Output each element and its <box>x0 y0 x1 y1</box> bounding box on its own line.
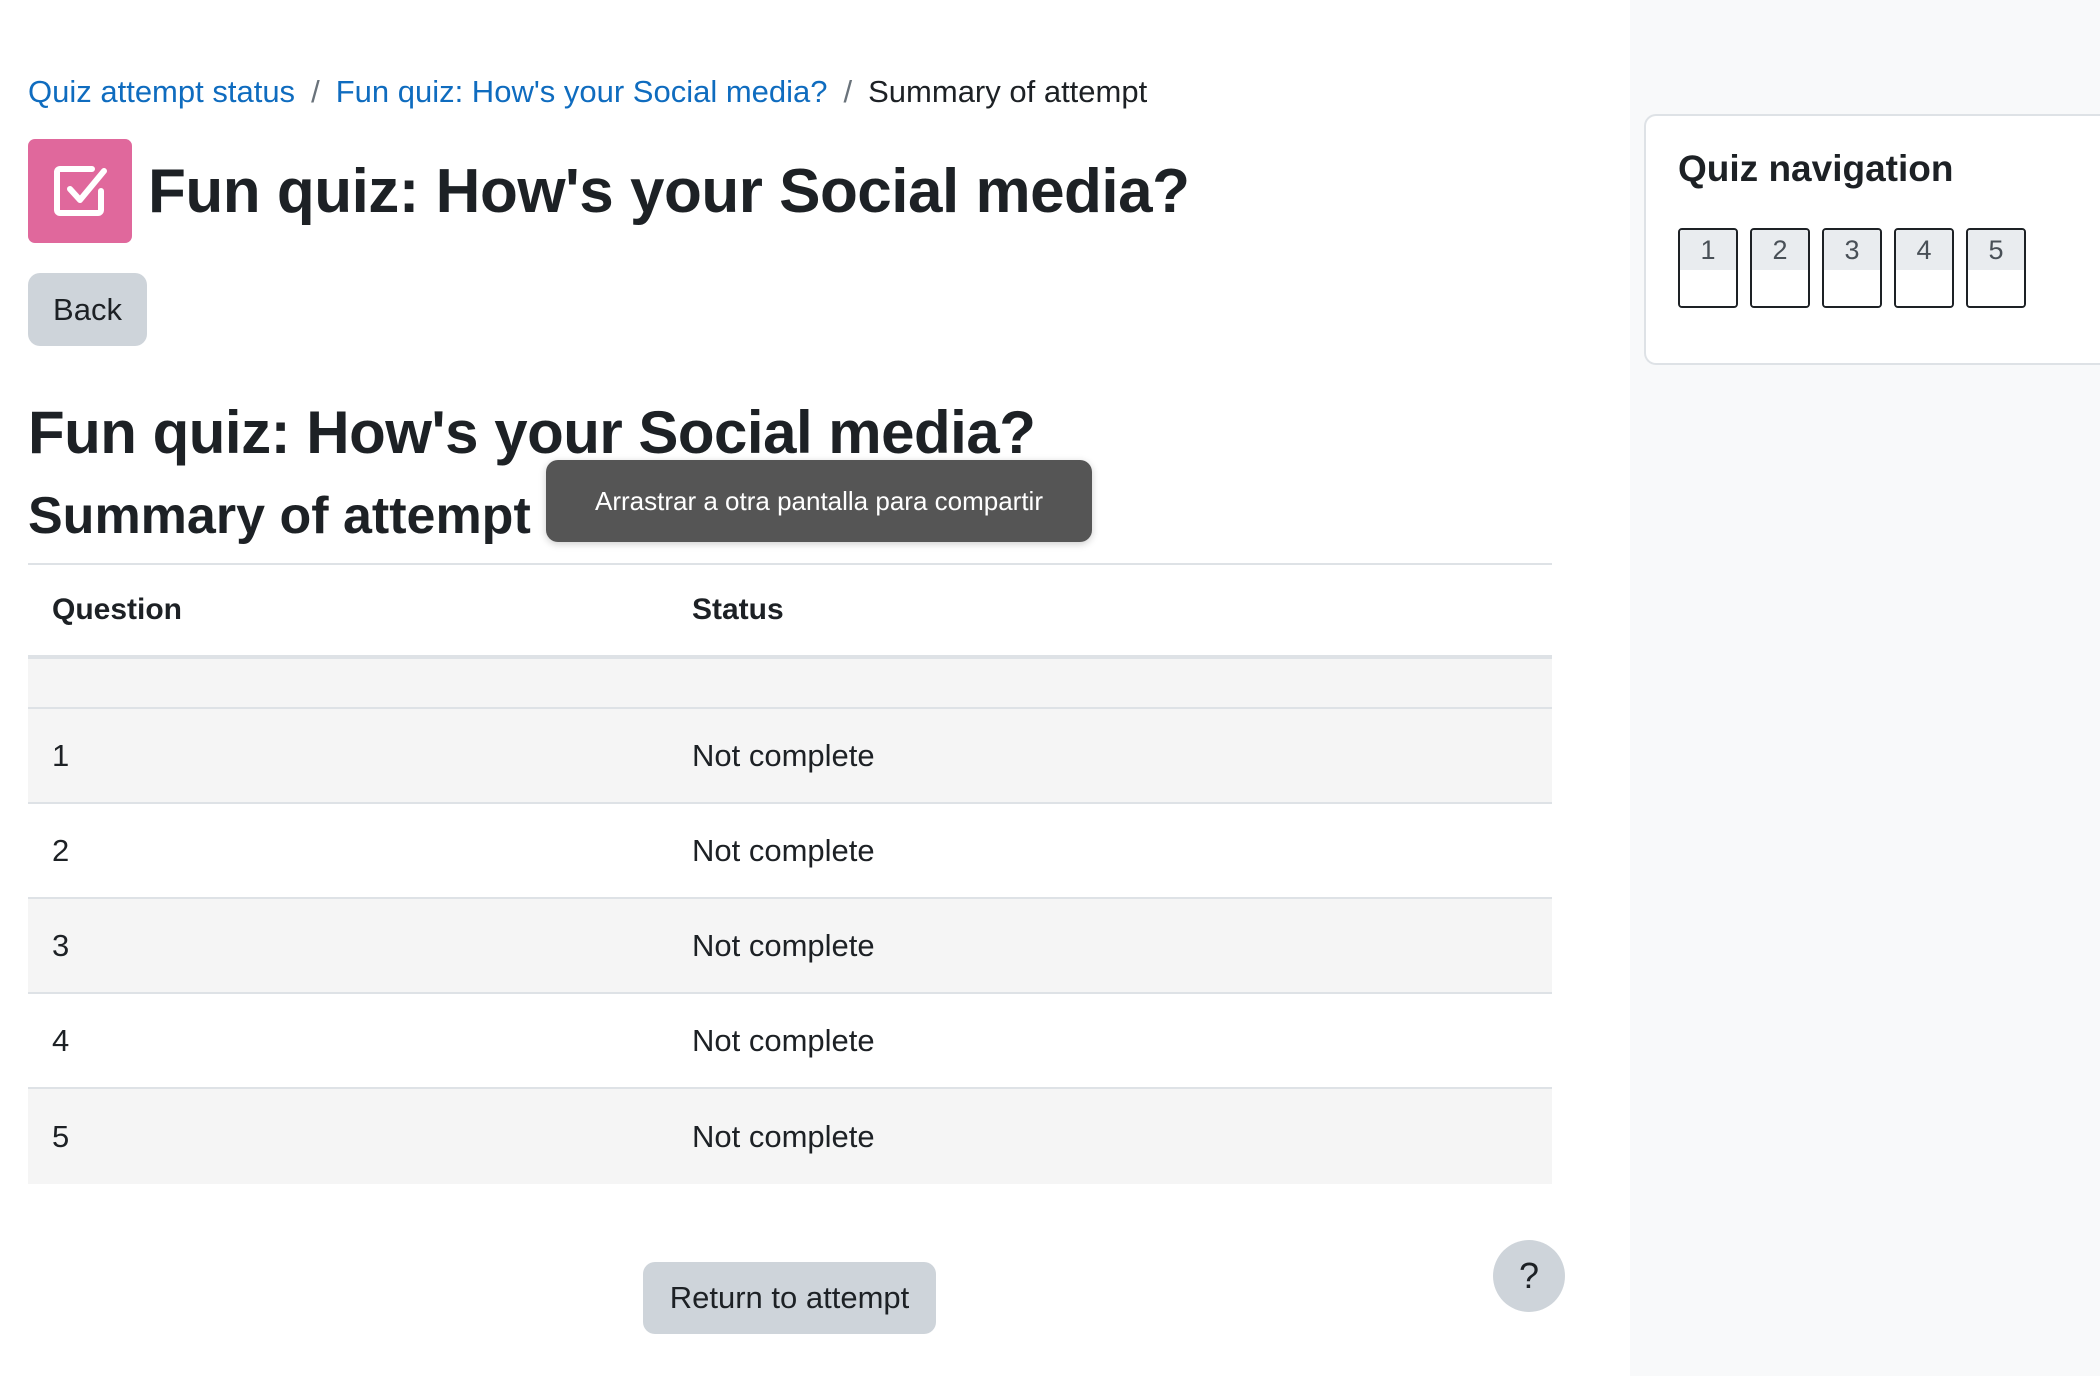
quiz-nav-question-5[interactable]: 5 <box>1966 228 2026 308</box>
page-title: Fun quiz: How's your Social media? <box>148 156 1190 226</box>
table-row: 5 Not complete <box>28 1089 1552 1184</box>
table-section-spacer <box>28 659 1552 709</box>
breadcrumb-separator: / <box>843 74 853 109</box>
question-number[interactable]: 3 <box>28 928 692 964</box>
question-number[interactable]: 5 <box>28 1119 692 1155</box>
table-header-row: Question Status <box>28 565 1552 659</box>
page-header: Fun quiz: How's your Social media? <box>28 139 1190 243</box>
quiz-checkbox-icon <box>28 139 132 243</box>
question-status: Not complete <box>692 737 875 773</box>
page: Quiz attempt status / Fun quiz: How's your… <box>0 0 2100 1376</box>
quiz-nav-question-1[interactable]: 1 <box>1678 228 1738 308</box>
summary-table: Question Status 1 Not complete 2 Not com… <box>28 563 1552 1184</box>
quiz-nav-question-2[interactable]: 2 <box>1750 228 1810 308</box>
table-body: 1 Not complete 2 Not complete 3 Not comp… <box>28 709 1552 1184</box>
quiz-nav-question-3[interactable]: 3 <box>1822 228 1882 308</box>
quiz-navigation-title: Quiz navigation <box>1678 148 1954 189</box>
table-row: 4 Not complete <box>28 994 1552 1089</box>
table-row: 1 Not complete <box>28 709 1552 804</box>
question-status: Not complete <box>692 832 875 868</box>
breadcrumb-separator: / <box>311 74 320 109</box>
column-header-question: Question <box>52 593 183 626</box>
quiz-nav-state <box>1896 270 1952 306</box>
breadcrumb-quiz-attempt-status[interactable]: Quiz attempt status <box>28 74 295 109</box>
quiz-nav-state <box>1680 270 1736 306</box>
question-status: Not complete <box>692 1118 875 1154</box>
question-status: Not complete <box>692 927 875 963</box>
question-number[interactable]: 1 <box>28 738 692 774</box>
quiz-nav-state <box>1752 270 1808 306</box>
quiz-navigation-block: Quiz navigation 1 2 3 4 5 <box>1644 114 2100 365</box>
quiz-nav-number: 1 <box>1680 230 1736 270</box>
table-row: 3 Not complete <box>28 899 1552 994</box>
help-button[interactable]: ? <box>1493 1240 1565 1312</box>
column-header-status: Status <box>692 593 784 626</box>
quiz-nav-number: 3 <box>1824 230 1880 270</box>
table-row: 2 Not complete <box>28 804 1552 899</box>
breadcrumb-current: Summary of attempt <box>868 74 1148 109</box>
share-screen-tooltip: Arrastrar a otra pantalla para compartir <box>546 460 1092 542</box>
quiz-nav-question-4[interactable]: 4 <box>1894 228 1954 308</box>
quiz-nav-state <box>1968 270 2024 306</box>
back-button[interactable]: Back <box>28 273 147 346</box>
right-drawer: Quiz navigation 1 2 3 4 5 <box>1630 0 2100 1376</box>
question-number[interactable]: 2 <box>28 833 692 869</box>
return-to-attempt-button[interactable]: Return to attempt <box>643 1262 936 1334</box>
question-number[interactable]: 4 <box>28 1023 692 1059</box>
quiz-navigation-buttons: 1 2 3 4 5 <box>1678 228 2038 308</box>
summary-heading: Summary of attempt <box>28 487 531 545</box>
main-content: Quiz attempt status / Fun quiz: How's your… <box>28 0 1565 1376</box>
quiz-heading: Fun quiz: How's your Social media? <box>28 399 1036 466</box>
quiz-nav-number: 4 <box>1896 230 1952 270</box>
quiz-nav-state <box>1824 270 1880 306</box>
quiz-nav-number: 5 <box>1968 230 2024 270</box>
breadcrumb-quiz[interactable]: Fun quiz: How's your Social media? <box>336 74 828 109</box>
breadcrumb: Quiz attempt status / Fun quiz: How's your… <box>28 74 1147 110</box>
question-status: Not complete <box>692 1022 875 1058</box>
quiz-nav-number: 2 <box>1752 230 1808 270</box>
